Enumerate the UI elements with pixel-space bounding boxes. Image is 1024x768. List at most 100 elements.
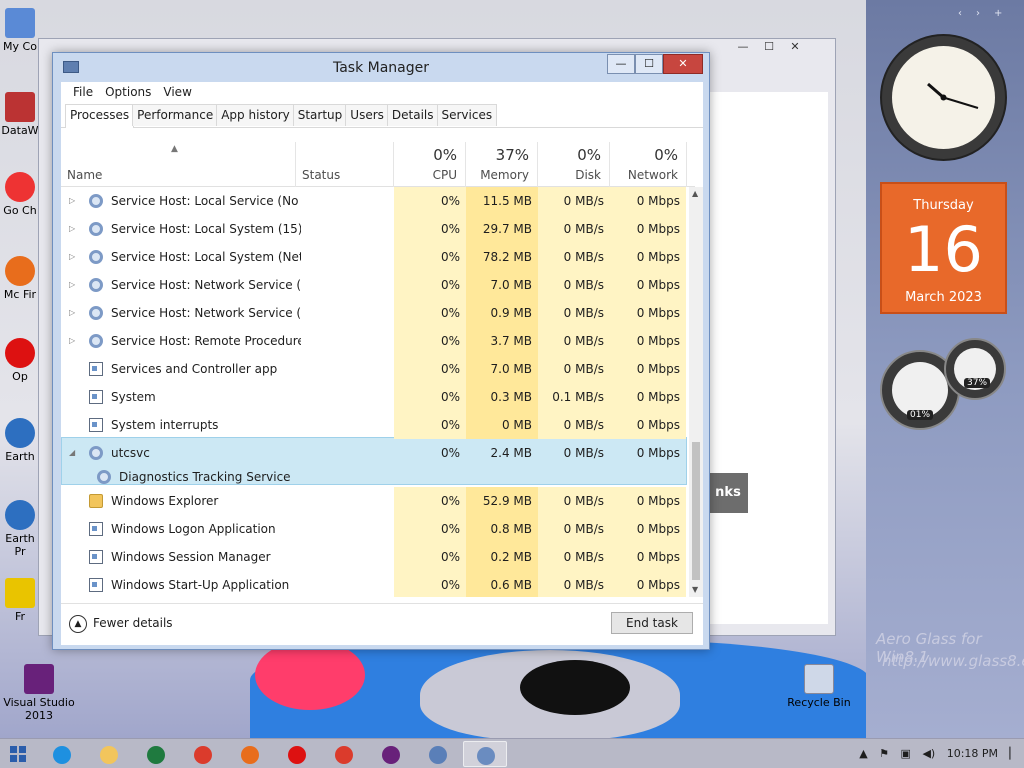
tab-app-history[interactable]: App history [216,104,295,126]
expand-icon[interactable] [69,515,79,543]
desktop-icon-dataw[interactable]: DataW [0,92,40,137]
expand-icon[interactable]: ▷ [69,327,79,355]
tab-performance[interactable]: Performance [132,104,219,126]
task-manager-window[interactable]: Task Manager — ☐ ✕ File Options View Proce… [52,52,710,650]
table-row[interactable]: Windows Explorer 0% 52.9 MB 0 MB/s 0 Mbps [61,487,687,515]
taskbar-item[interactable] [181,741,225,767]
table-row[interactable]: ▷ Service Host: Network Service (5) 0% 7.0 … [61,271,687,299]
column-network[interactable]: 0% Network [610,142,687,187]
desktop-icon-opera[interactable]: Op [0,338,40,383]
expand-icon[interactable]: ▷ [69,271,79,299]
menu-file[interactable]: File [67,82,99,102]
table-row[interactable]: ▷ Service Host: Local System (15) 0% 29.7 M… [61,215,687,243]
table-row[interactable]: ▷ Service Host: Network Service (... 0% 0.9… [61,299,687,327]
maximize-icon[interactable]: ☐ [756,40,782,53]
memory-meter-gadget[interactable]: 37% [944,338,1006,400]
chevron-left-icon[interactable]: ‹ [958,8,962,19]
expand-icon[interactable] [69,383,79,411]
title-bar[interactable]: Task Manager — ☐ ✕ [53,53,709,81]
tab-details[interactable]: Details [386,104,439,126]
end-task-button[interactable]: End task [611,612,693,634]
network-value: 0 Mbps [610,543,686,571]
desktop-icon-earth-pro[interactable]: Earth Pr [0,500,40,558]
chevron-right-icon[interactable]: › [976,8,980,19]
tab-services[interactable]: Services [436,104,498,126]
add-gadget-icon[interactable]: + [994,8,1002,19]
scrollbar[interactable]: ▲ ▼ [689,187,703,597]
desktop-icon-chrome[interactable]: Go Ch [0,172,40,217]
calendar-gadget[interactable]: Thursday 16 March 2023 [880,182,1007,314]
show-desktop-button[interactable]: ▏ [1010,739,1018,768]
taskbar-item[interactable] [87,741,131,767]
scroll-down-icon[interactable]: ▼ [692,585,698,594]
desktop-icon-my-computer[interactable]: My Co [0,8,40,53]
taskbar-item[interactable] [275,741,319,767]
desktop-icon-earth[interactable]: Earth [0,418,40,463]
table-row[interactable]: ◢ utcsvc 0% 2.4 MB 0 MB/s 0 Mbps [61,439,687,467]
tab-processes[interactable]: Processes [65,104,135,128]
child-service-row[interactable]: Diagnostics Tracking Service [61,467,687,487]
disk-value: 0 MB/s [538,543,610,571]
wallpaper-art [520,660,630,715]
chevron-up-icon[interactable]: ▲ [859,739,867,768]
scroll-up-icon[interactable]: ▲ [692,189,698,198]
column-name[interactable]: ▲ Name [61,142,296,187]
expand-icon[interactable]: ▷ [69,299,79,327]
taskbar-item[interactable] [40,741,84,767]
flag-icon[interactable]: ⚑ [879,739,889,768]
scrollbar-thumb[interactable] [692,442,700,580]
background-links-button[interactable]: nks [708,473,748,513]
clock-gadget[interactable] [880,34,1007,161]
maximize-button[interactable]: ☐ [635,54,663,74]
expand-icon[interactable] [69,411,79,439]
desktop-icon-firefox[interactable]: Mc Fir [0,256,40,301]
table-row[interactable]: Windows Start-Up Application 0% 0.6 MB 0 MB… [61,571,687,597]
taskbar-item[interactable] [134,741,178,767]
minimize-button[interactable]: — [607,54,635,74]
minimize-icon[interactable]: — [730,40,756,53]
close-icon[interactable]: ✕ [782,40,808,53]
expand-icon[interactable] [69,571,79,597]
desktop-icon-visual-studio[interactable]: Visual Studio 2013 [2,664,76,722]
expand-icon[interactable]: ▷ [69,215,79,243]
table-row[interactable]: Windows Logon Application 0% 0.8 MB 0 MB/s 0… [61,515,687,543]
volume-icon[interactable]: ◀) [922,739,935,768]
desktop-icon-fr[interactable]: Fr [0,578,40,623]
table-row[interactable]: System 0% 0.3 MB 0.1 MB/s 0 Mbps [61,383,687,411]
expand-icon[interactable] [69,355,79,383]
taskbar-item[interactable] [463,741,507,767]
taskbar-item[interactable] [416,741,460,767]
column-status[interactable]: Status [296,142,394,187]
table-row[interactable]: ▷ Service Host: Local Service (No ... 0% 11… [61,187,687,215]
table-row[interactable]: System interrupts 0% 0 MB 0 MB/s 0 Mbps [61,411,687,439]
cpu-value: 0% [394,327,466,355]
expand-icon[interactable]: ◢ [69,439,79,467]
tab-users[interactable]: Users [345,104,389,126]
table-row[interactable]: Services and Controller app 0% 7.0 MB 0 MB/… [61,355,687,383]
fewer-details-button[interactable]: ▲ Fewer details [69,614,173,633]
taskbar-item[interactable] [322,741,366,767]
column-disk[interactable]: 0% Disk [538,142,610,187]
sort-up-icon: ▲ [171,144,178,154]
tab-startup[interactable]: Startup [292,104,348,126]
column-cpu[interactable]: 0% CPU [394,142,466,187]
expand-icon[interactable]: ▷ [69,187,79,215]
taskbar-item[interactable] [369,741,413,767]
start-button[interactable] [10,746,26,762]
taskbar-item[interactable] [228,741,272,767]
clock-time[interactable]: 10:18 PM [947,739,998,768]
memory-value: 78.2 MB [466,243,538,271]
column-memory[interactable]: 37% Memory [466,142,538,187]
expand-icon[interactable] [69,487,79,515]
table-row[interactable]: ▷ Service Host: Local System (Net... 0% 78.… [61,243,687,271]
expand-icon[interactable] [69,543,79,571]
menu-view[interactable]: View [157,82,197,102]
network-value: 0 Mbps [610,243,686,271]
table-row[interactable]: ▷ Service Host: Remote Procedure... 0% 3.7 … [61,327,687,355]
network-icon[interactable]: ▣ [901,739,911,768]
table-row[interactable]: Windows Session Manager 0% 0.2 MB 0 MB/s 0 M… [61,543,687,571]
close-button[interactable]: ✕ [663,54,703,74]
desktop-icon-recycle-bin[interactable]: Recycle Bin [784,664,854,709]
expand-icon[interactable]: ▷ [69,243,79,271]
menu-options[interactable]: Options [99,82,157,102]
